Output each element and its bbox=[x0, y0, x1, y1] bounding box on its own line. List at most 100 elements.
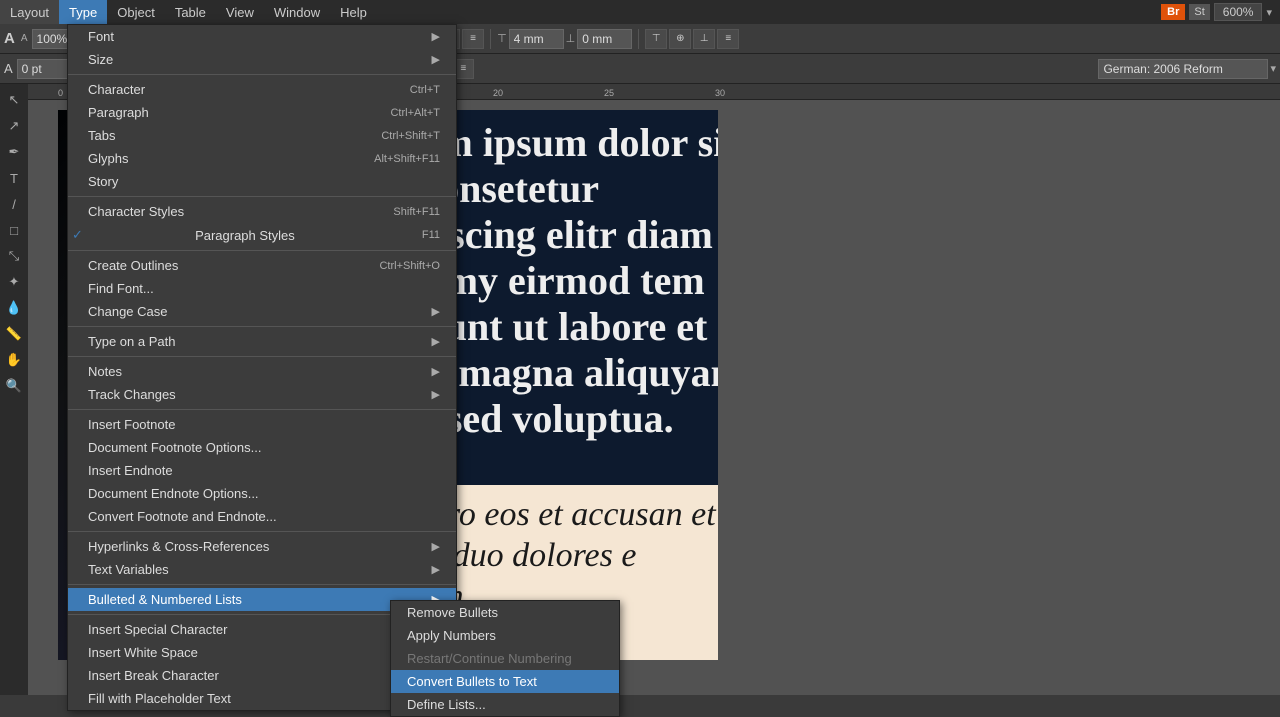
submenu-convert-bullets-label: Convert Bullets to Text bbox=[407, 674, 537, 689]
menu-font[interactable]: Font ▶ bbox=[68, 25, 456, 48]
menu-size-label: Size bbox=[88, 52, 113, 67]
offset-input2[interactable] bbox=[577, 29, 632, 49]
bridge-icon[interactable]: Br bbox=[1161, 4, 1185, 20]
lang-dropdown-input[interactable] bbox=[1098, 59, 1268, 79]
tool-select[interactable]: ↖ bbox=[2, 88, 26, 112]
menu-type-on-path[interactable]: Type on a Path ▶ bbox=[68, 330, 456, 353]
menu-notes[interactable]: Notes ▶ bbox=[68, 360, 456, 383]
menu-insert-white-label: Insert White Space bbox=[88, 645, 198, 660]
submenu-define-lists-label: Define Lists... bbox=[407, 697, 486, 712]
menu-size[interactable]: Size ▶ bbox=[68, 48, 456, 71]
menubar-view[interactable]: View bbox=[216, 0, 264, 24]
menu-insert-special-label: Insert Special Character bbox=[88, 622, 227, 637]
menu-text-variables-label: Text Variables bbox=[88, 562, 169, 577]
offset-icon2: ⊥ bbox=[566, 32, 576, 45]
menu-character[interactable]: Character Ctrl+T bbox=[68, 78, 456, 101]
tool-pen[interactable]: ✒ bbox=[2, 140, 26, 164]
tools-sidebar: ↖ ↗ ✒ T / □ ⤡ ✦ 💧 📏 ✋ 🔍 bbox=[0, 84, 28, 695]
menu-insert-endnote[interactable]: Insert Endnote bbox=[68, 459, 456, 482]
menu-hyperlinks[interactable]: Hyperlinks & Cross-References ▶ bbox=[68, 535, 456, 558]
menu-insert-break-label: Insert Break Character bbox=[88, 668, 219, 683]
menu-glyphs-label: Glyphs bbox=[88, 151, 128, 166]
menu-insert-footnote-label: Insert Footnote bbox=[88, 417, 175, 432]
sep8 bbox=[68, 584, 456, 585]
menu-glyphs-shortcut: Alt+Shift+F11 bbox=[374, 153, 440, 165]
menu-create-outlines-label: Create Outlines bbox=[88, 258, 178, 273]
menu-tabs-shortcut: Ctrl+Shift+T bbox=[381, 130, 440, 142]
offset-input1[interactable] bbox=[509, 29, 564, 49]
tool-free[interactable]: ✦ bbox=[2, 270, 26, 294]
tb-sep6 bbox=[638, 29, 639, 49]
zoom-control[interactable]: 600% bbox=[1214, 3, 1263, 21]
menu-insert-footnote[interactable]: Insert Footnote bbox=[68, 413, 456, 436]
menu-convert-footnote[interactable]: Convert Footnote and Endnote... bbox=[68, 505, 456, 528]
submenu-convert-bullets[interactable]: Convert Bullets to Text bbox=[391, 670, 619, 693]
lang-container: ▾ bbox=[1098, 59, 1276, 79]
menu-change-case[interactable]: Change Case ▶ bbox=[68, 300, 456, 323]
menu-doc-footnote-opts[interactable]: Document Footnote Options... bbox=[68, 436, 456, 459]
valign-mid-btn[interactable]: ⊕ bbox=[669, 29, 691, 49]
menu-fill-placeholder-label: Fill with Placeholder Text bbox=[88, 691, 231, 706]
tool-scale[interactable]: ⤡ bbox=[2, 244, 26, 268]
submenu-remove-bullets[interactable]: Remove Bullets bbox=[391, 601, 619, 624]
submenu-apply-numbers-label: Apply Numbers bbox=[407, 628, 496, 643]
menubar-window[interactable]: Window bbox=[264, 0, 330, 24]
svg-text:20: 20 bbox=[493, 88, 503, 98]
menu-find-font[interactable]: Find Font... bbox=[68, 277, 456, 300]
menubar-help[interactable]: Help bbox=[330, 0, 377, 24]
menu-glyphs[interactable]: Glyphs Alt+Shift+F11 bbox=[68, 147, 456, 170]
font-size-icon-small: A bbox=[21, 33, 28, 44]
menu-tabs[interactable]: Tabs Ctrl+Shift+T bbox=[68, 124, 456, 147]
align-justify-btn[interactable]: ≡ bbox=[462, 29, 484, 49]
menu-char-styles[interactable]: Character Styles Shift+F11 bbox=[68, 200, 456, 223]
tool-measure[interactable]: 📏 bbox=[2, 322, 26, 346]
tool-eyedrop[interactable]: 💧 bbox=[2, 296, 26, 320]
menu-para-styles-label: Paragraph Styles bbox=[195, 228, 295, 243]
menubar-type[interactable]: Type bbox=[59, 0, 107, 24]
menu-char-styles-shortcut: Shift+F11 bbox=[393, 206, 440, 218]
submenu-apply-numbers[interactable]: Apply Numbers bbox=[391, 624, 619, 647]
menu-story[interactable]: Story bbox=[68, 170, 456, 193]
menu-paragraph[interactable]: Paragraph Ctrl+Alt+T bbox=[68, 101, 456, 124]
menu-doc-footnote-opts-label: Document Footnote Options... bbox=[88, 440, 261, 455]
lang-dropdown-arrow[interactable]: ▾ bbox=[1270, 62, 1276, 75]
menu-doc-endnote-opts-label: Document Endnote Options... bbox=[88, 486, 259, 501]
menu-char-styles-label: Character Styles bbox=[88, 204, 184, 219]
menu-find-font-label: Find Font... bbox=[88, 281, 154, 296]
menubar-layout[interactable]: Layout bbox=[0, 0, 59, 24]
tool-type[interactable]: T bbox=[2, 166, 26, 190]
valign-just-btn[interactable]: ≡ bbox=[717, 29, 739, 49]
tool-direct-select[interactable]: ↗ bbox=[2, 114, 26, 138]
tool-rect[interactable]: □ bbox=[2, 218, 26, 242]
menu-hyperlinks-arrow: ▶ bbox=[432, 540, 440, 553]
zoom-arrow[interactable]: ▾ bbox=[1266, 6, 1272, 19]
svg-text:30: 30 bbox=[715, 88, 725, 98]
svg-text:0: 0 bbox=[58, 88, 63, 98]
menu-track-changes[interactable]: Track Changes ▶ bbox=[68, 383, 456, 406]
menu-convert-footnote-label: Convert Footnote and Endnote... bbox=[88, 509, 277, 524]
tool-zoom[interactable]: 🔍 bbox=[2, 374, 26, 398]
menubar-table[interactable]: Table bbox=[165, 0, 216, 24]
menu-track-changes-arrow: ▶ bbox=[432, 388, 440, 401]
menu-bulleted-lists-label: Bulleted & Numbered Lists bbox=[88, 592, 242, 607]
menu-font-label: Font bbox=[88, 29, 114, 44]
menu-type-on-path-label: Type on a Path bbox=[88, 334, 175, 349]
menu-paragraph-label: Paragraph bbox=[88, 105, 149, 120]
menu-create-outlines[interactable]: Create Outlines Ctrl+Shift+O bbox=[68, 254, 456, 277]
menu-character-shortcut: Ctrl+T bbox=[410, 84, 440, 96]
submenu-define-lists[interactable]: Define Lists... bbox=[391, 693, 619, 716]
tool-hand[interactable]: ✋ bbox=[2, 348, 26, 372]
menu-para-styles[interactable]: ✓ Paragraph Styles F11 bbox=[68, 223, 456, 247]
menu-story-label: Story bbox=[88, 174, 118, 189]
menu-create-outlines-shortcut: Ctrl+Shift+O bbox=[379, 260, 440, 272]
menu-doc-endnote-opts[interactable]: Document Endnote Options... bbox=[68, 482, 456, 505]
valign-top-btn[interactable]: ⊤ bbox=[645, 29, 667, 49]
menu-text-variables[interactable]: Text Variables ▶ bbox=[68, 558, 456, 581]
tool-line[interactable]: / bbox=[2, 192, 26, 216]
menu-track-changes-label: Track Changes bbox=[88, 387, 176, 402]
menubar-object[interactable]: Object bbox=[107, 0, 165, 24]
valign-bot-btn[interactable]: ⊥ bbox=[693, 29, 715, 49]
menu-hyperlinks-label: Hyperlinks & Cross-References bbox=[88, 539, 269, 554]
submenu-remove-bullets-label: Remove Bullets bbox=[407, 605, 498, 620]
bulleted-submenu: Remove Bullets Apply Numbers Restart/Con… bbox=[390, 600, 620, 717]
